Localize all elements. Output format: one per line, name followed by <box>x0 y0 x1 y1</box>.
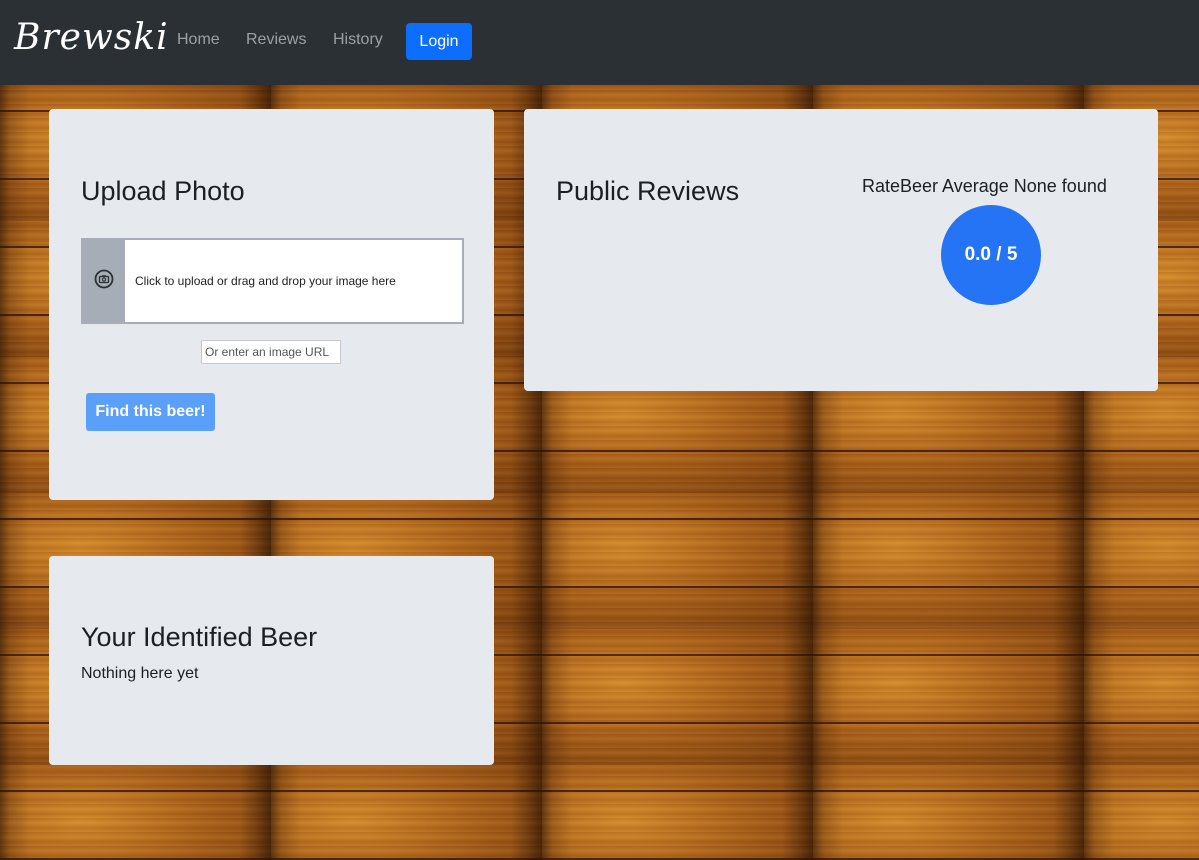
image-url-input[interactable] <box>201 340 341 364</box>
brand-logo[interactable]: Brewski <box>14 14 169 62</box>
upload-photo-card: Upload Photo Click to upload or drag and… <box>49 109 494 500</box>
ratebeer-average-label: RateBeer Average None found <box>862 176 1107 196</box>
image-dropzone[interactable]: Click to upload or drag and drop your im… <box>81 238 464 324</box>
dropzone-label: Click to upload or drag and drop your im… <box>135 274 396 288</box>
nav-link-reviews[interactable]: Reviews <box>246 30 306 50</box>
identified-beer-message: Nothing here yet <box>81 665 199 682</box>
identified-beer-title: Your Identified Beer <box>81 622 318 652</box>
public-reviews-title: Public Reviews <box>556 176 740 206</box>
camera-icon <box>94 269 114 293</box>
identified-beer-card: Your Identified Beer Nothing here yet <box>49 556 494 765</box>
login-button[interactable]: Login <box>406 23 472 60</box>
nav-link-history[interactable]: History <box>333 30 383 50</box>
public-reviews-card: Public Reviews RateBeer Average None fou… <box>524 109 1158 391</box>
rating-badge: 0.0 / 5 <box>941 205 1041 305</box>
nav-link-home[interactable]: Home <box>177 30 220 50</box>
find-beer-button[interactable]: Find this beer! <box>86 393 215 431</box>
upload-photo-title: Upload Photo <box>81 176 245 206</box>
dropzone-icon-area <box>83 240 125 322</box>
navbar: Brewski Home Reviews History Login <box>0 0 1199 85</box>
